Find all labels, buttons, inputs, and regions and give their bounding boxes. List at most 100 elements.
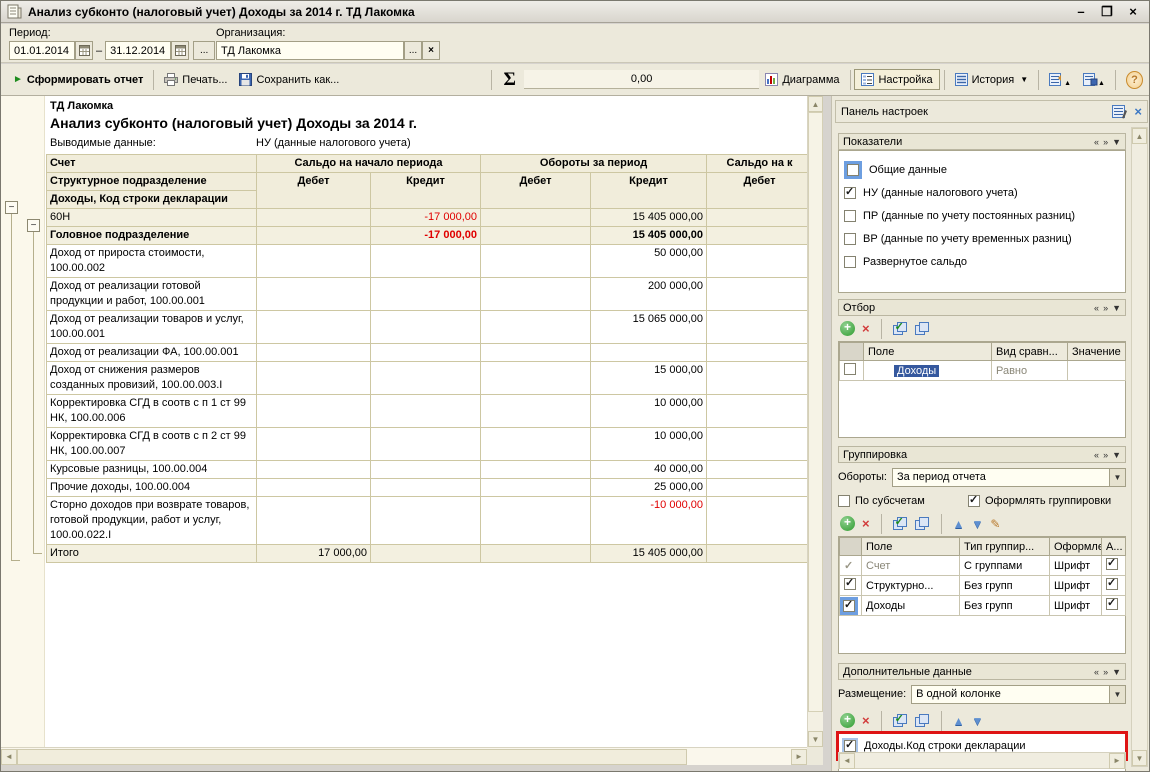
delete-icon[interactable]: × — [862, 516, 870, 531]
scroll-down-icon[interactable]: ▼ — [808, 731, 823, 747]
by-subaccounts-option[interactable]: По субсчетам — [838, 491, 968, 511]
col-field[interactable]: Поле — [862, 538, 960, 556]
history-button[interactable]: История ▼ — [949, 70, 1035, 89]
col-field[interactable]: Поле — [864, 343, 992, 361]
save-as-button[interactable]: Сохранить как... — [233, 70, 345, 89]
list-item[interactable]: НУ (данные налогового учета) — [844, 181, 1120, 204]
grouping-row[interactable]: ✓ Счет С группами Шрифт — [840, 556, 1126, 576]
list-item[interactable]: Общие данные — [844, 158, 1120, 181]
scroll-up-icon[interactable]: ▲ — [808, 96, 823, 112]
delete-icon[interactable]: × — [862, 713, 870, 728]
settings-button[interactable]: Настройка — [854, 69, 939, 90]
list-item[interactable]: ПР (данные по учету постоянных разниц) — [844, 204, 1120, 227]
add-icon[interactable]: + — [840, 321, 855, 336]
scroll-thumb[interactable] — [17, 749, 687, 765]
table-row[interactable]: Корректировка СГД в соотв с п 2 ст 99 НК… — [47, 428, 808, 461]
check-all-icon[interactable]: ✓ — [893, 322, 908, 336]
scroll-down-icon[interactable]: ▼ — [1132, 750, 1147, 766]
print-button[interactable]: Печать... — [158, 70, 233, 89]
filter-value-cell[interactable] — [1068, 361, 1126, 381]
table-row[interactable]: Корректировка СГД в соотв с п 1 ст 99 НК… — [47, 395, 808, 428]
row-checkbox[interactable] — [1106, 558, 1118, 570]
table-row[interactable]: Сторно доходов при возврате товаров, гот… — [47, 497, 808, 545]
period-more-button[interactable]: ... — [193, 41, 215, 60]
row-check-icon[interactable]: ✓ — [844, 560, 853, 572]
collapse-right-icon[interactable]: » — [1103, 303, 1108, 313]
table-row[interactable]: Доход от реализации готовой продукции и … — [47, 278, 808, 311]
list-item[interactable]: ВР (данные по учету временных разниц) — [844, 227, 1120, 250]
table-row[interactable]: Доход от прироста стоимости, 100.00.0025… — [47, 245, 808, 278]
collapse-left-icon[interactable]: « — [1094, 450, 1099, 460]
save-settings-button[interactable]: ▲ — [1077, 70, 1111, 90]
section-header-grouping[interactable]: Группировка « » ▼ — [838, 446, 1126, 463]
checkbox-pr[interactable] — [844, 210, 856, 222]
collapse-group-button[interactable]: − — [27, 219, 40, 232]
organization-input[interactable]: ТД Лакомка — [216, 41, 404, 60]
row-checkbox[interactable] — [844, 578, 856, 590]
scroll-thumb[interactable] — [808, 112, 823, 712]
section-header-additional[interactable]: Дополнительные данные « » ▼ — [838, 663, 1126, 680]
move-up-icon[interactable]: ▲ — [953, 517, 965, 531]
table-row[interactable]: Доход от реализации ФА, 100.00.001 — [47, 344, 808, 362]
grouping-row[interactable]: Структурно... Без групп Шрифт — [840, 576, 1126, 596]
organization-select-button[interactable]: ... — [404, 41, 422, 60]
col-compare[interactable]: Вид сравн... — [992, 343, 1068, 361]
format-edit-icon[interactable]: ✎ — [990, 517, 1000, 531]
add-icon[interactable]: + — [840, 713, 855, 728]
scroll-right-icon[interactable]: ► — [1109, 753, 1125, 769]
section-header-indicators[interactable]: Показатели « » ▼ — [838, 133, 1126, 150]
filter-row-checkbox[interactable] — [844, 363, 856, 375]
turnover-select[interactable]: За период отчета ▼ — [892, 468, 1126, 487]
row-checkbox[interactable] — [843, 600, 855, 612]
organization-clear-button[interactable]: × — [422, 41, 440, 60]
table-row[interactable]: Курсовые разницы, 100.00.00440 000,00 — [47, 461, 808, 479]
collapse-left-icon[interactable]: « — [1094, 303, 1099, 313]
placement-select[interactable]: В одной колонке ▼ — [911, 685, 1126, 704]
report-vertical-scrollbar[interactable]: ▲ ▼ — [807, 96, 823, 747]
check-all-icon[interactable]: ✓ — [893, 517, 908, 531]
collapse-right-icon[interactable]: » — [1103, 137, 1108, 147]
collapse-left-icon[interactable]: « — [1094, 137, 1099, 147]
table-row[interactable]: 60Н-17 000,0015 405 000,00 — [47, 209, 808, 227]
additional-item-checkbox[interactable] — [844, 740, 856, 752]
help-button[interactable]: ? — [1126, 71, 1143, 89]
filter-field-value[interactable]: Доходы — [894, 365, 939, 377]
add-icon[interactable]: + — [840, 516, 855, 531]
period-from-input[interactable]: 01.01.2014 — [9, 41, 75, 60]
row-checkbox[interactable] — [1106, 598, 1118, 610]
calendar-icon[interactable] — [75, 41, 93, 60]
by-subaccounts-checkbox[interactable] — [838, 495, 850, 507]
panel-close-icon[interactable]: × — [1134, 104, 1142, 119]
move-down-icon[interactable]: ▼ — [971, 517, 983, 531]
panel-horizontal-scrollbar[interactable]: ◄ ► — [838, 752, 1126, 769]
format-groups-checkbox[interactable] — [968, 495, 980, 507]
checkbox-expanded-balance[interactable] — [844, 256, 856, 268]
move-down-icon[interactable]: ▼ — [971, 714, 983, 728]
close-button[interactable]: × — [1123, 4, 1143, 19]
table-total-row[interactable]: Итого17 000,0015 405 000,00 — [47, 545, 808, 563]
filter-compare-value[interactable]: Равно — [992, 361, 1068, 381]
collapse-left-icon[interactable]: « — [1094, 667, 1099, 677]
maximize-button[interactable]: ❐ — [1097, 4, 1117, 20]
list-item[interactable]: Развернутое сальдо — [844, 250, 1120, 273]
scroll-up-icon[interactable]: ▲ — [1132, 128, 1147, 144]
check-all-icon[interactable]: ✓ — [893, 714, 908, 728]
calendar-icon[interactable] — [171, 41, 189, 60]
col-value[interactable]: Значение — [1068, 343, 1126, 361]
checkbox-vr[interactable] — [844, 233, 856, 245]
uncheck-all-icon[interactable] — [915, 517, 930, 531]
col-type[interactable]: Тип группир... — [960, 538, 1050, 556]
checkbox-nu[interactable] — [844, 187, 856, 199]
grouping-row[interactable]: Доходы Без групп Шрифт — [840, 596, 1126, 616]
section-collapse-icon[interactable]: ▼ — [1112, 667, 1121, 677]
table-row[interactable]: Прочие доходы, 100.00.00425 000,00 — [47, 479, 808, 497]
collapse-right-icon[interactable]: » — [1103, 450, 1108, 460]
section-header-filter[interactable]: Отбор « » ▼ — [838, 299, 1126, 316]
col-format[interactable]: Оформление — [1050, 538, 1102, 556]
report-horizontal-scrollbar[interactable]: ◄ ► — [1, 747, 807, 765]
diagram-button[interactable]: Диаграмма — [759, 70, 845, 89]
filter-row[interactable]: Доходы Равно — [840, 361, 1126, 381]
restore-settings-button[interactable]: ▲ — [1043, 70, 1077, 90]
uncheck-all-icon[interactable] — [915, 714, 930, 728]
move-up-icon[interactable]: ▲ — [953, 714, 965, 728]
